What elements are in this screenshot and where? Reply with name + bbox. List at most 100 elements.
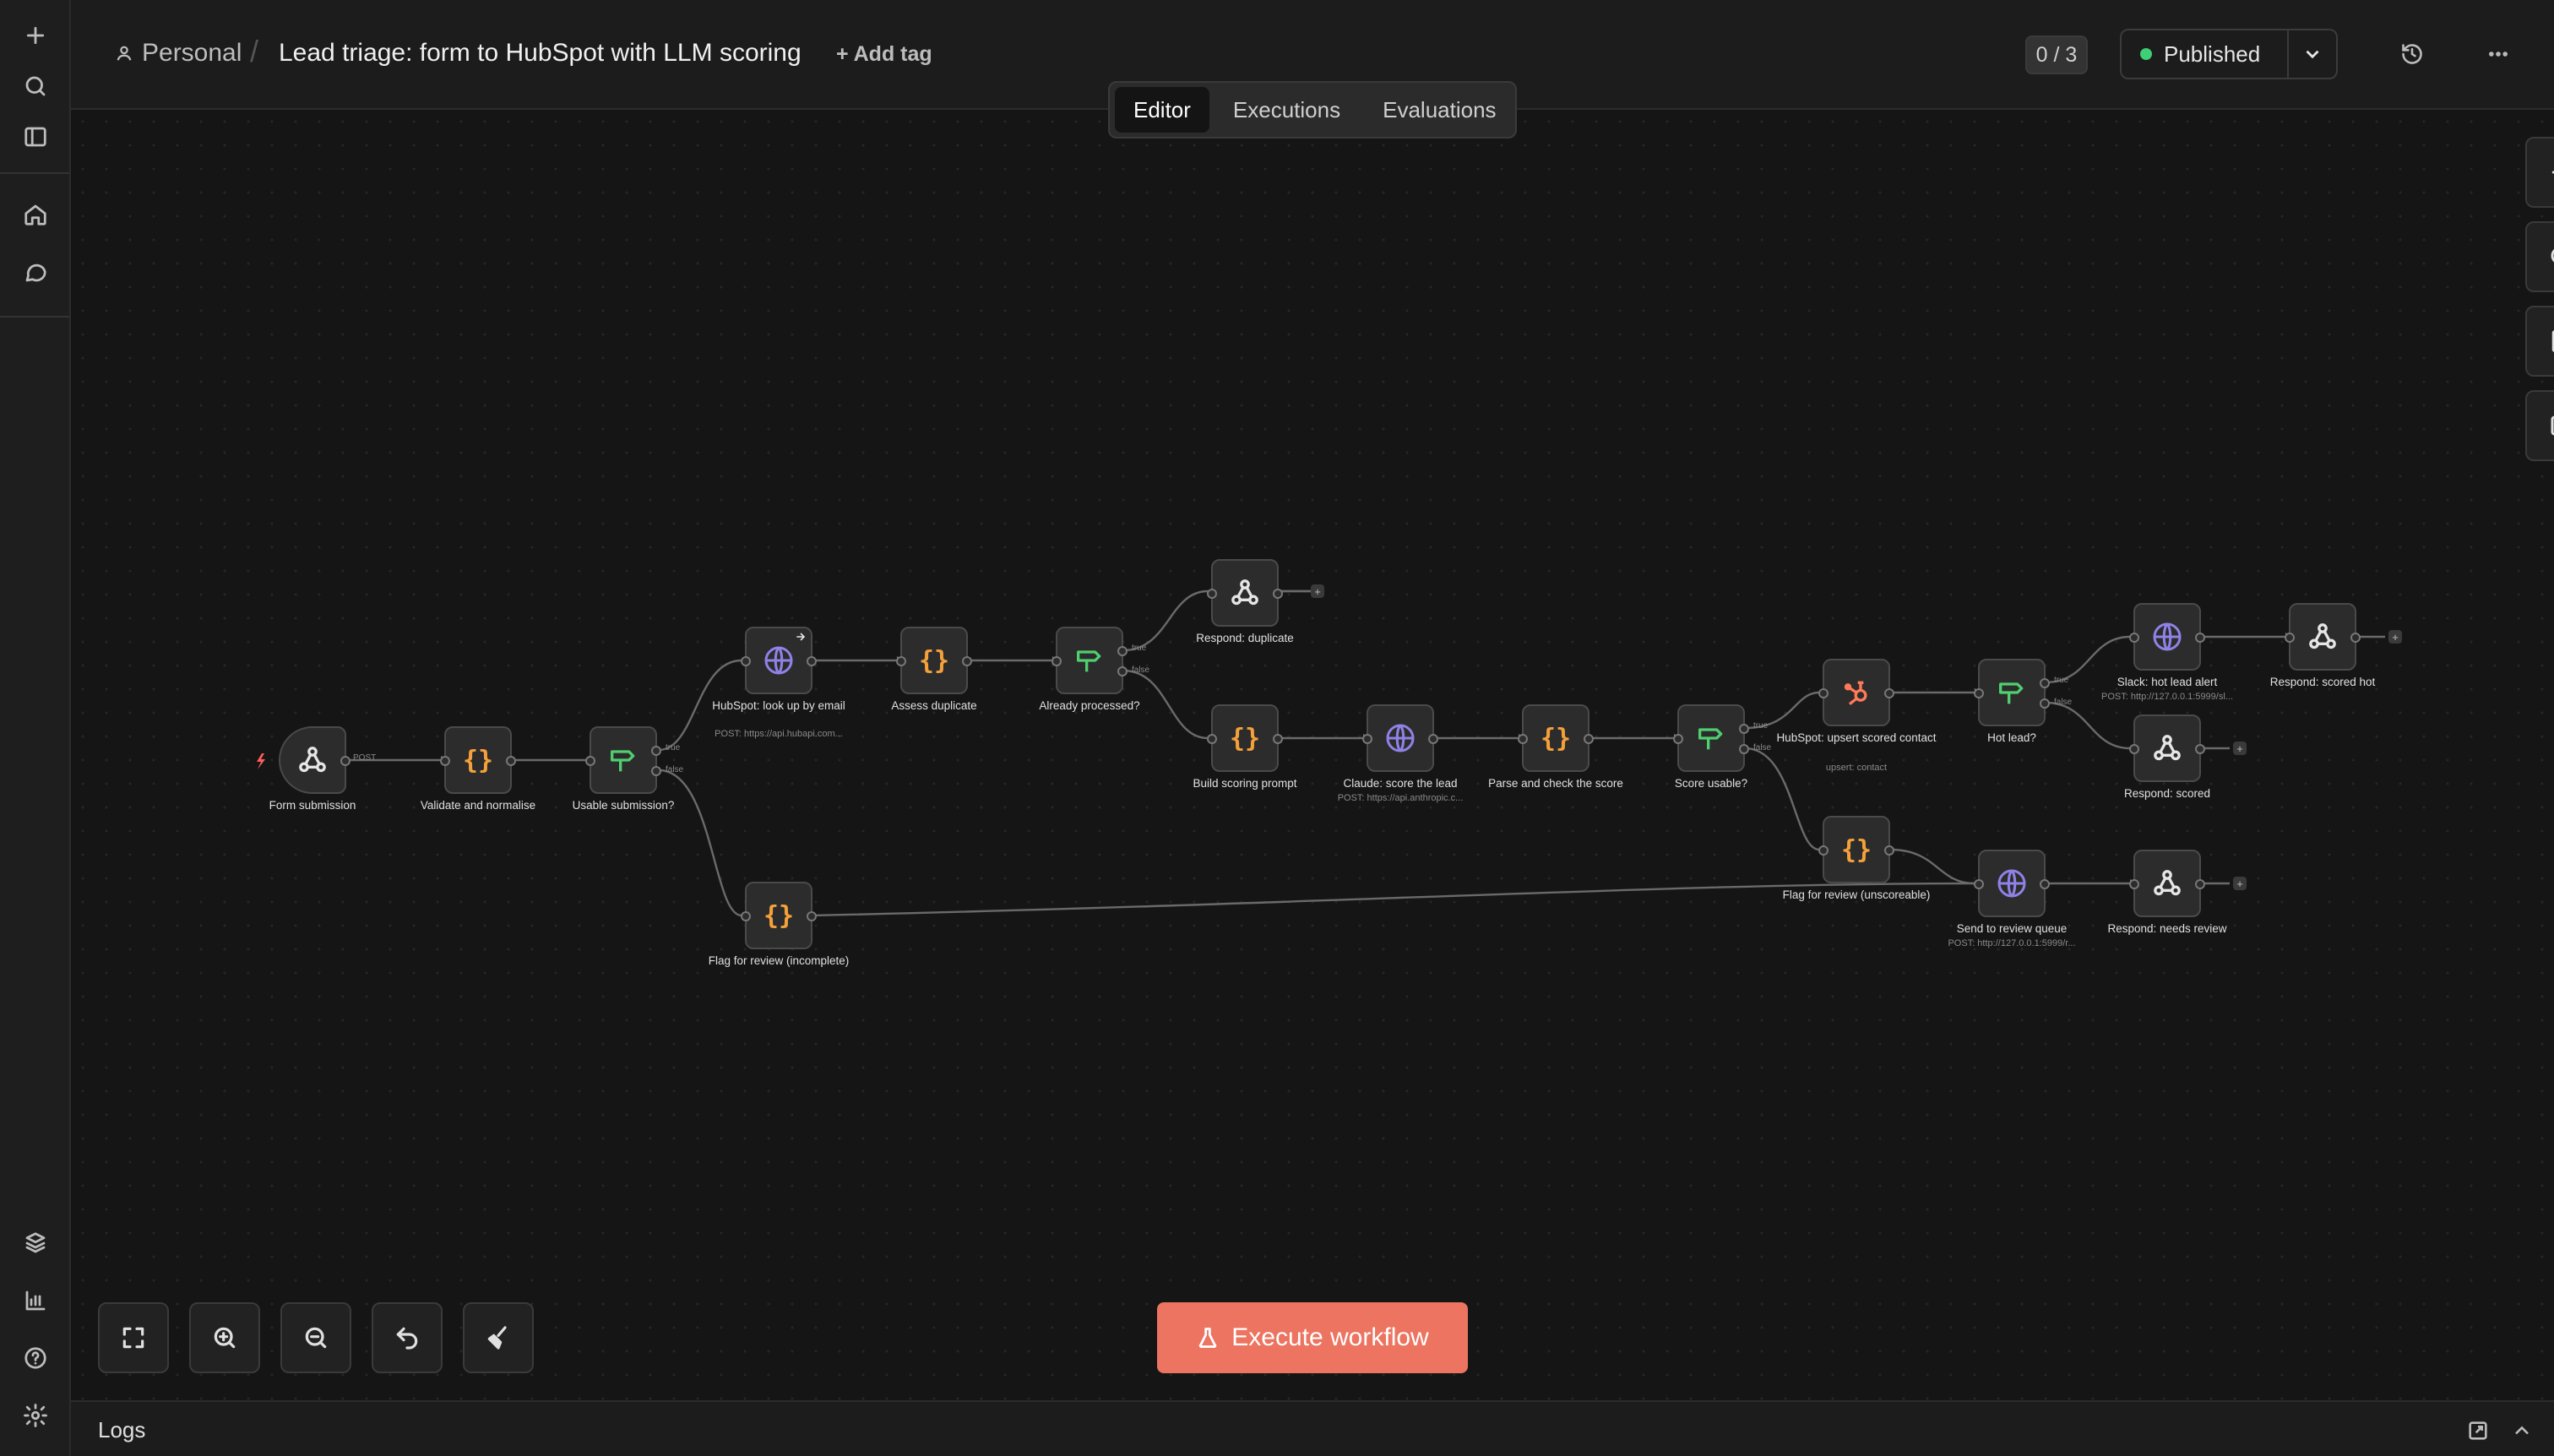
project-breadcrumb[interactable]: Personal: [115, 39, 242, 68]
node-flag-incomplete[interactable]: {}: [741, 882, 817, 949]
node-respond-duplicate[interactable]: [1207, 559, 1283, 627]
input-port[interactable]: [1818, 688, 1829, 698]
output-port-true[interactable]: [651, 746, 661, 756]
output-port[interactable]: [340, 756, 350, 766]
tab-editor[interactable]: Editor: [1115, 87, 1209, 133]
node-hubspot-lookup[interactable]: [741, 627, 817, 694]
output-port[interactable]: [962, 656, 972, 666]
output-port[interactable]: [807, 911, 817, 921]
input-port[interactable]: [1974, 879, 1984, 889]
node-respond-scored-hot[interactable]: [2285, 603, 2361, 671]
input-port[interactable]: [1207, 589, 1217, 599]
output-port[interactable]: [1428, 734, 1438, 744]
sticky-note-button[interactable]: [2525, 306, 2554, 377]
output-port[interactable]: [2040, 879, 2050, 889]
output-port-false[interactable]: [651, 766, 661, 776]
tidy-up-button[interactable]: [463, 1302, 534, 1373]
output-port-false[interactable]: [1739, 744, 1749, 754]
node-respond-scored[interactable]: [2129, 714, 2205, 782]
plus-icon[interactable]: [17, 17, 54, 54]
insights-icon[interactable]: [17, 1282, 54, 1319]
templates-icon[interactable]: [17, 1225, 54, 1262]
input-port[interactable]: [1518, 734, 1528, 744]
input-port[interactable]: [1051, 656, 1062, 666]
add-node-panel-button[interactable]: [2525, 137, 2554, 208]
input-port[interactable]: [2129, 633, 2139, 643]
node-score-usable[interactable]: [1673, 704, 1749, 772]
help-icon[interactable]: [17, 1339, 54, 1377]
input-port[interactable]: [2129, 744, 2139, 754]
execute-workflow-button[interactable]: Execute workflow: [1157, 1302, 1468, 1373]
input-port[interactable]: [2285, 633, 2295, 643]
undo-button[interactable]: [372, 1302, 443, 1373]
input-port[interactable]: [1818, 845, 1829, 856]
add-tag-button[interactable]: + Add tag: [836, 42, 932, 67]
output-port[interactable]: [1584, 734, 1594, 744]
input-port[interactable]: [2129, 879, 2139, 889]
input-port[interactable]: [1673, 734, 1683, 744]
tab-executions[interactable]: Executions: [1215, 87, 1359, 133]
input-port[interactable]: [1974, 688, 1984, 698]
search-nodes-button[interactable]: [2525, 221, 2554, 292]
output-port[interactable]: [1884, 688, 1894, 698]
workflow-canvas[interactable]: Form submission POST {} Validate and nor…: [71, 110, 2554, 1400]
node-already-processed[interactable]: [1051, 627, 1128, 694]
add-node-button[interactable]: +: [2233, 742, 2247, 755]
zoom-in-button[interactable]: [189, 1302, 260, 1373]
output-port[interactable]: [2195, 879, 2205, 889]
fit-view-button[interactable]: [98, 1302, 169, 1373]
add-node-button[interactable]: +: [2233, 877, 2247, 890]
output-port-true[interactable]: [2040, 678, 2050, 688]
settings-icon[interactable]: [17, 1397, 54, 1434]
node-assess-duplicate[interactable]: {}: [896, 627, 972, 694]
eval-counter-badge[interactable]: 0 / 3: [2025, 35, 2088, 74]
output-port[interactable]: [2195, 633, 2205, 643]
output-port-false[interactable]: [2040, 698, 2050, 709]
output-port[interactable]: [1273, 734, 1283, 744]
sidebar-toggle-icon[interactable]: [17, 118, 54, 155]
node-send-review-queue[interactable]: [1974, 850, 2050, 917]
input-port[interactable]: [896, 656, 906, 666]
output-port-true[interactable]: [1739, 724, 1749, 734]
node-form-submission[interactable]: [279, 726, 350, 794]
node-hot-lead[interactable]: [1974, 659, 2050, 726]
published-button[interactable]: Published: [2122, 30, 2289, 78]
add-node-button[interactable]: +: [1311, 584, 1324, 598]
node-validate-normalise[interactable]: {}: [440, 726, 516, 794]
output-port[interactable]: [2350, 633, 2361, 643]
home-icon[interactable]: [17, 196, 54, 233]
workflow-title[interactable]: Lead triage: form to HubSpot with LLM sc…: [279, 39, 802, 68]
more-options-icon[interactable]: [2481, 37, 2515, 71]
output-port[interactable]: [807, 656, 817, 666]
tab-evaluations[interactable]: Evaluations: [1364, 87, 1514, 133]
input-port[interactable]: [440, 756, 450, 766]
node-claude-score[interactable]: [1362, 704, 1438, 772]
output-port[interactable]: [1884, 845, 1894, 856]
logs-panel-bar[interactable]: Logs: [71, 1400, 2554, 1456]
input-port[interactable]: [1362, 734, 1372, 744]
node-usable-submission[interactable]: [585, 726, 661, 794]
node-parse-check-score[interactable]: {}: [1518, 704, 1594, 772]
input-port[interactable]: [741, 911, 751, 921]
chevron-up-icon[interactable]: [2510, 1419, 2534, 1442]
popout-icon[interactable]: [2466, 1419, 2490, 1442]
node-respond-needs-review[interactable]: [2129, 850, 2205, 917]
publish-dropdown-button[interactable]: [2289, 30, 2336, 78]
history-icon[interactable]: [2395, 37, 2429, 71]
input-port[interactable]: [741, 656, 751, 666]
chat-icon[interactable]: [17, 253, 54, 291]
add-node-button[interactable]: +: [2388, 630, 2402, 644]
search-icon[interactable]: [17, 68, 54, 105]
panel-toggle-button[interactable]: [2525, 390, 2554, 461]
input-port[interactable]: [1207, 734, 1217, 744]
output-port-false[interactable]: [1117, 666, 1128, 676]
zoom-out-button[interactable]: [280, 1302, 351, 1373]
output-port[interactable]: [1273, 589, 1283, 599]
node-slack-hot-lead-alert[interactable]: [2129, 603, 2205, 671]
input-port[interactable]: [585, 756, 595, 766]
node-build-scoring-prompt[interactable]: {}: [1207, 704, 1283, 772]
node-hubspot-upsert[interactable]: [1818, 659, 1894, 726]
node-flag-unscoreable[interactable]: {}: [1818, 816, 1894, 883]
output-port[interactable]: [2195, 744, 2205, 754]
output-port[interactable]: [506, 756, 516, 766]
